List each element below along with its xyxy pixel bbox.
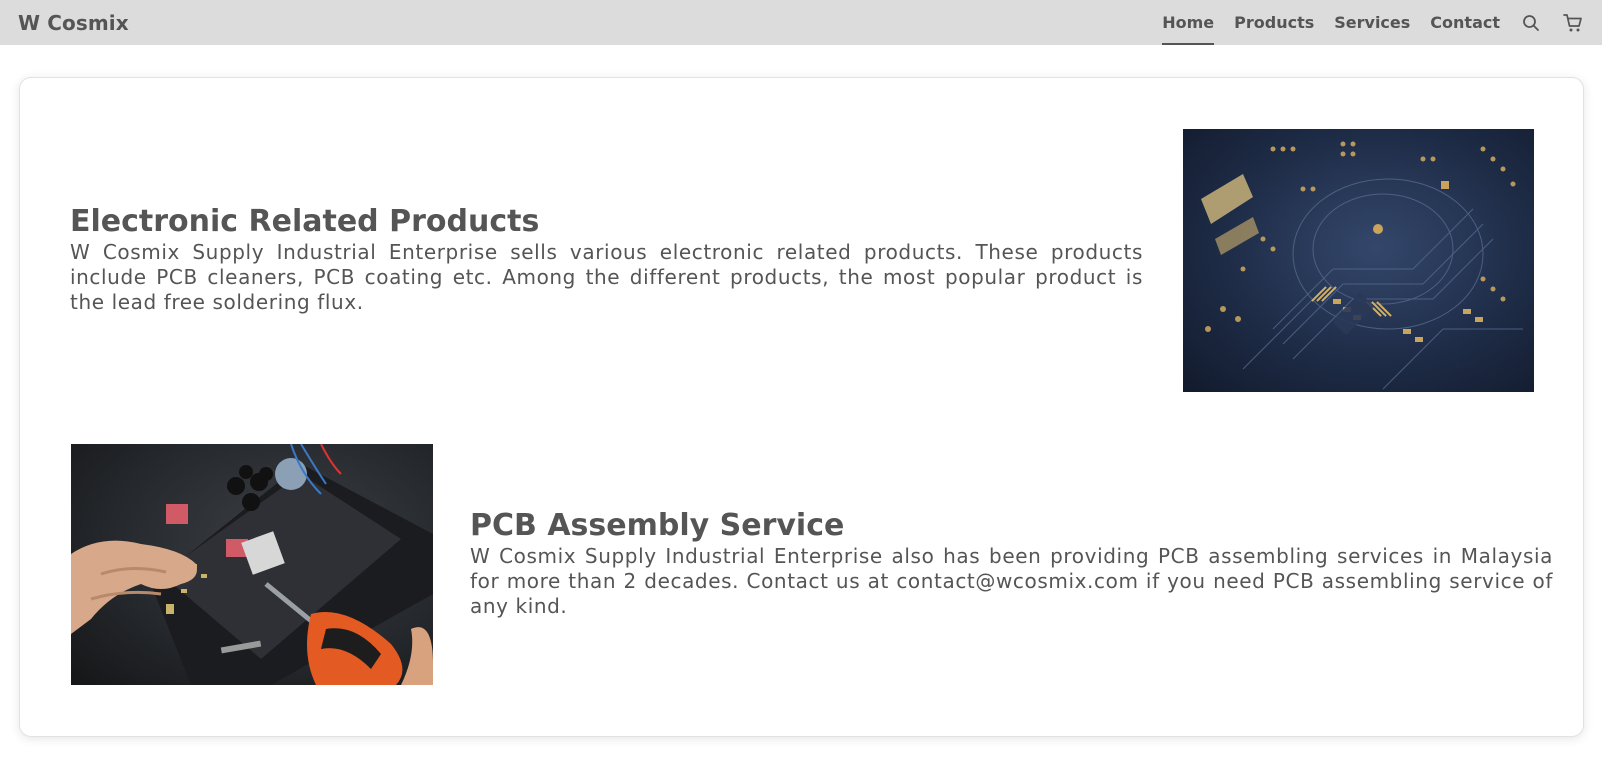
section-text-block: Electronic Related Products W Cosmix Sup… [70,204,1143,315]
brand-logo-text[interactable]: W Cosmix [18,11,129,35]
nav-home[interactable]: Home [1162,0,1214,45]
top-navbar: W Cosmix Home Products Services Contact [0,0,1602,45]
section-description: W Cosmix Supply Industrial Enterprise se… [70,239,1143,314]
nav-services[interactable]: Services [1334,0,1410,45]
pcb-board-image [1183,129,1534,392]
pcb-assembly-image [71,444,433,685]
content-card: Electronic Related Products W Cosmix Sup… [19,77,1584,737]
section-description: W Cosmix Supply Industrial Enterprise al… [470,543,1553,618]
nav-contact[interactable]: Contact [1430,0,1500,45]
cart-icon[interactable] [1562,12,1584,34]
section-text-block: PCB Assembly Service W Cosmix Supply Ind… [470,508,1553,619]
nav-products[interactable]: Products [1234,0,1314,45]
main-nav: Home Products Services Contact [1142,0,1584,45]
section-title: Electronic Related Products [70,204,540,239]
section-title: PCB Assembly Service [470,508,845,543]
search-icon[interactable] [1520,12,1542,34]
